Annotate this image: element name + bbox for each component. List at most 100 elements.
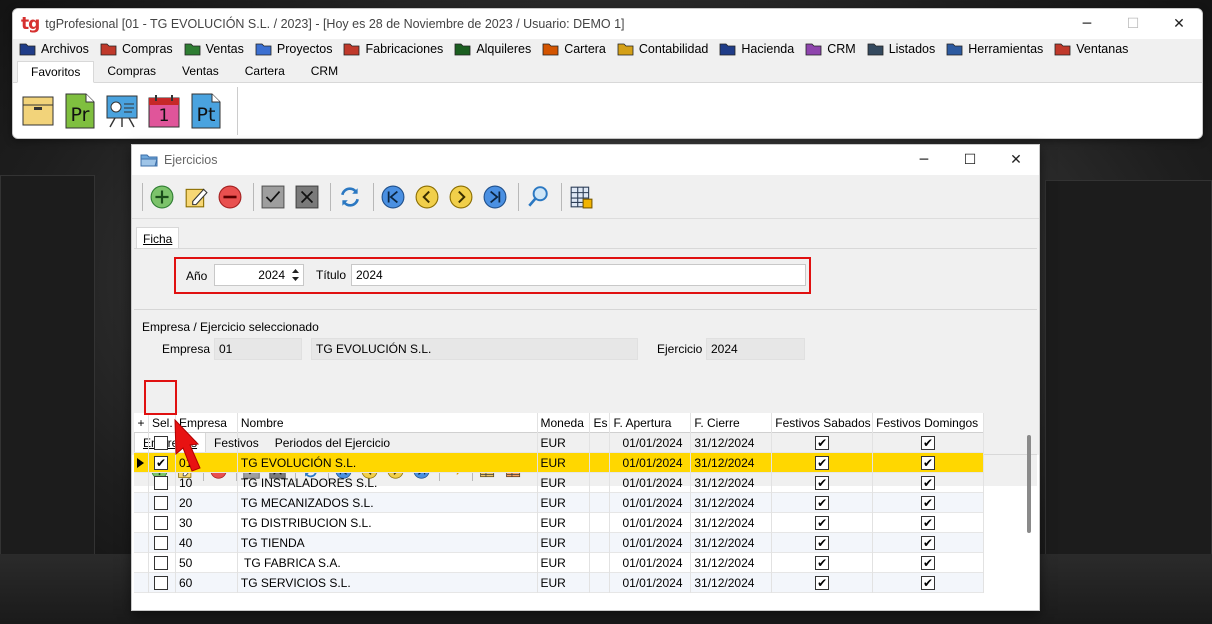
festivos-sabados-checkbox[interactable]: ✔	[815, 495, 830, 510]
archive-folder-icon	[19, 42, 36, 56]
nombre-cell: TG DISTRIBUCION S.L.	[238, 512, 538, 533]
column-header[interactable]: +	[134, 412, 149, 433]
maximize-button[interactable]: ☐	[1110, 16, 1156, 32]
menu-listados[interactable]: Listados	[867, 42, 935, 56]
festivos-domingos-checkbox[interactable]: ✔	[921, 535, 936, 550]
cierre-cell: 31/12/2024	[691, 492, 773, 513]
next-record-button[interactable]	[446, 182, 476, 212]
sel-checkbox[interactable]	[153, 575, 168, 590]
toolbar-separator	[253, 182, 254, 211]
menu-proyectos[interactable]: Proyectos	[255, 42, 332, 56]
column-header[interactable]: Nombre	[238, 412, 538, 433]
calendar-icon[interactable]: 1	[147, 93, 181, 129]
last-record-button[interactable]	[480, 182, 510, 212]
festivos-sabados-checkbox[interactable]: ✔	[815, 515, 830, 530]
tab-ficha[interactable]: Ficha	[136, 227, 180, 249]
refresh-button[interactable]	[335, 182, 365, 212]
ribbon-tab-cartera[interactable]: Cartera	[232, 60, 298, 82]
ribbon-tab-ventas[interactable]: Ventas	[169, 60, 232, 82]
window-controls: ─ ☐ ✕	[1064, 16, 1202, 32]
festivos-domingos-checkbox[interactable]: ✔	[921, 435, 936, 450]
titulo-label: Título	[316, 268, 347, 282]
menu-alquileres[interactable]: Alquileres	[454, 42, 531, 56]
table-row[interactable]: ✔ 01 TG EVOLUCIÓN S.L. EUR 01/01/2024 31/12/2…	[134, 452, 984, 473]
es-cell	[590, 572, 611, 593]
delete-button[interactable]	[215, 182, 245, 212]
festivos-sabados-checkbox[interactable]: ✔	[815, 535, 830, 550]
festivos-sabados-checkbox[interactable]: ✔	[815, 435, 830, 450]
column-header[interactable]: Festivos Domingos	[873, 412, 984, 433]
grid-view-button[interactable]	[566, 182, 596, 212]
column-header[interactable]: F. Cierre	[691, 412, 773, 433]
first-record-button[interactable]	[378, 182, 408, 212]
table-row[interactable]: 60 TG SERVICIOS S.L. EUR 01/01/2024 31/12/20…	[134, 572, 984, 593]
festivos-domingos-checkbox[interactable]: ✔	[921, 555, 936, 570]
table-row[interactable]: 20 TG MECANIZADOS S.L. EUR 01/01/2024 31/12/…	[134, 492, 984, 513]
ribbon-tab-crm[interactable]: CRM	[298, 60, 351, 82]
ej-maximize-button[interactable]: ☐	[947, 152, 993, 168]
menu-ventanas[interactable]: Ventanas	[1054, 42, 1128, 56]
menu-contabilidad[interactable]: Contabilidad	[617, 42, 708, 56]
column-header[interactable]: F. Apertura	[610, 412, 692, 433]
box-icon[interactable]	[21, 93, 55, 129]
ano-input[interactable]: 2024	[214, 264, 304, 286]
sel-checkbox[interactable]	[153, 555, 168, 570]
festivos-domingos-cell: ✔	[873, 552, 984, 573]
edit-icon	[184, 185, 208, 209]
festivos-domingos-checkbox[interactable]: ✔	[921, 495, 936, 510]
column-header[interactable]: Es	[590, 412, 611, 433]
table-row[interactable]: EUR 01/01/2024 31/12/2024 ✔ ✔	[134, 432, 984, 453]
festivos-sabados-checkbox[interactable]: ✔	[815, 475, 830, 490]
ej-close-button[interactable]: ✕	[993, 152, 1039, 168]
sel-checkbox[interactable]: ✔	[153, 455, 168, 470]
menu-compras[interactable]: Compras	[100, 42, 173, 56]
table-row[interactable]: 50 TG FABRICA S.A. EUR 01/01/2024 31/12/202…	[134, 552, 984, 573]
sel-checkbox[interactable]	[153, 515, 168, 530]
sel-checkbox[interactable]	[153, 435, 168, 450]
empresa-cell: 30	[176, 512, 238, 533]
ej-minimize-button[interactable]: ─	[901, 152, 947, 168]
festivos-domingos-checkbox[interactable]: ✔	[921, 515, 936, 530]
spinner-arrows-icon[interactable]	[291, 268, 300, 282]
ribbon-tab-favoritos[interactable]: Favoritos	[17, 61, 95, 83]
edit-button[interactable]	[181, 182, 211, 212]
pt-document-icon[interactable]: Pt	[189, 93, 223, 129]
minimize-button[interactable]: ─	[1064, 16, 1110, 32]
add-button[interactable]	[147, 182, 177, 212]
festivos-sabados-checkbox[interactable]: ✔	[815, 555, 830, 570]
sel-checkbox[interactable]	[153, 475, 168, 490]
confirm-button[interactable]	[258, 182, 288, 212]
cierre-cell: 31/12/2024	[691, 532, 773, 553]
menu-archivos[interactable]: Archivos	[19, 42, 89, 56]
festivos-domingos-checkbox[interactable]: ✔	[921, 475, 936, 490]
sel-checkbox[interactable]	[153, 535, 168, 550]
menu-herramientas[interactable]: Herramientas	[946, 42, 1043, 56]
festivos-sabados-checkbox[interactable]: ✔	[815, 455, 830, 470]
menu-cartera[interactable]: Cartera	[542, 42, 606, 56]
menu-crm[interactable]: CRM	[805, 42, 856, 56]
nombre-cell: TG MECANIZADOS S.L.	[238, 492, 538, 513]
table-row[interactable]: 10 TG INSTALADORES S.L. EUR 01/01/2024 31/12…	[134, 472, 984, 493]
ribbon-tab-compras[interactable]: Compras	[94, 60, 169, 82]
empresas-grid: + Sel. Empresa Nombre Moneda Es F. Apertura F. …	[134, 412, 984, 593]
presentation-icon[interactable]	[105, 93, 139, 129]
festivos-sabados-checkbox[interactable]: ✔	[815, 575, 830, 590]
festivos-sabados-cell: ✔	[772, 432, 874, 453]
menu-fabricaciones[interactable]: Fabricaciones	[343, 42, 443, 56]
table-row[interactable]: 40 TG TIENDA EUR 01/01/2024 31/12/2024 ✔ ✔	[134, 532, 984, 553]
festivos-domingos-checkbox[interactable]: ✔	[921, 455, 936, 470]
menu-ventas[interactable]: Ventas	[184, 42, 244, 56]
titulo-input[interactable]: 2024	[351, 264, 806, 286]
sel-checkbox[interactable]	[153, 495, 168, 510]
cancel-button[interactable]	[292, 182, 322, 212]
column-header[interactable]: Festivos Sabados	[772, 412, 874, 433]
vertical-scrollbar[interactable]	[1027, 435, 1031, 533]
festivos-domingos-checkbox[interactable]: ✔	[921, 575, 936, 590]
menu-hacienda[interactable]: Hacienda	[719, 42, 794, 56]
search-button[interactable]	[523, 182, 553, 212]
previous-record-button[interactable]	[412, 182, 442, 212]
column-header[interactable]: Moneda	[538, 412, 591, 433]
close-button[interactable]: ✕	[1156, 16, 1202, 32]
table-row[interactable]: 30 TG DISTRIBUCION S.L. EUR 01/01/2024 31/12…	[134, 512, 984, 533]
pr-document-icon[interactable]: Pr	[63, 93, 97, 129]
